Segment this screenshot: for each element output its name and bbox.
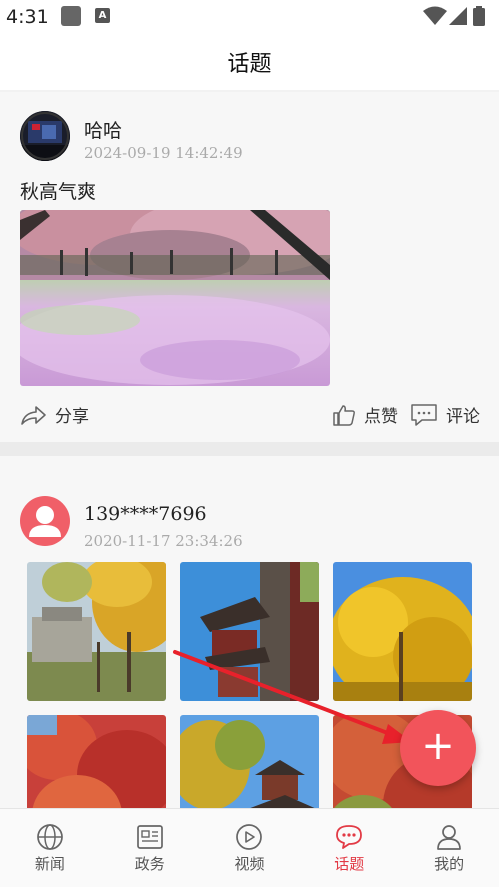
nav-label: 视频 [234, 855, 265, 873]
post-username[interactable]: 哈哈 [84, 116, 122, 143]
wifi-icon [423, 6, 447, 25]
post-photo[interactable] [20, 210, 330, 386]
page-title: 话题 [227, 52, 272, 77]
default-user-icon [29, 506, 61, 537]
share-button[interactable]: 分享 [20, 402, 89, 427]
app-header: 话题 [0, 34, 499, 90]
battery-icon [473, 6, 485, 26]
like-button[interactable]: 点赞 [332, 402, 398, 427]
person-icon [437, 825, 461, 850]
globe-icon [37, 824, 63, 850]
status-icons [423, 6, 493, 28]
nav-label: 政务 [134, 855, 165, 873]
nav-label: 新闻 [34, 855, 65, 873]
comment-button[interactable]: 评论 [410, 402, 480, 427]
nav-item-government[interactable]: 政务 [100, 809, 200, 887]
post-timestamp: 2020-11-17 23:34:26 [84, 532, 243, 550]
nav-item-news[interactable]: 新闻 [0, 809, 100, 887]
post-divider [0, 442, 499, 456]
nav-item-profile[interactable]: 我的 [399, 809, 499, 887]
share-icon [21, 405, 46, 425]
post-username[interactable]: 139****7696 [84, 503, 207, 525]
comment-icon [411, 403, 437, 426]
post-photo[interactable] [333, 562, 472, 701]
nav-item-video[interactable]: 视频 [200, 809, 300, 887]
post-photo[interactable] [180, 715, 319, 808]
newspaper-icon [136, 825, 163, 849]
add-topic-button[interactable]: + [400, 710, 476, 786]
post-text: 秋高气爽 [20, 181, 97, 203]
post-timestamp: 2024-09-19 14:42:49 [84, 144, 243, 162]
post-photo[interactable] [27, 562, 166, 701]
play-icon [236, 824, 263, 850]
nav-item-topic[interactable]: 话题 [299, 809, 399, 887]
post-photo[interactable] [27, 715, 166, 808]
comment-label: 评论 [446, 407, 480, 427]
signal-icon [449, 7, 467, 25]
chat-icon [336, 825, 363, 849]
bottom-nav: 新闻 政务 视频 话题 我的 [0, 808, 499, 887]
thumbs-up-icon [333, 404, 355, 426]
user-avatar[interactable] [20, 496, 70, 546]
user-avatar[interactable] [20, 111, 70, 161]
status-bar: 4:31 A [0, 0, 499, 34]
nav-label: 我的 [434, 855, 465, 873]
topic-feed[interactable]: 哈哈 2024-09-19 14:42:49 秋高气爽 分享 点赞 评论 139… [0, 92, 499, 808]
notification-app-icon [61, 6, 81, 26]
share-label: 分享 [55, 407, 89, 427]
post-card[interactable]: 哈哈 2024-09-19 14:42:49 秋高气爽 分享 点赞 评论 [0, 92, 499, 442]
notification-a-icon: A [95, 8, 110, 23]
post-photo[interactable] [180, 562, 319, 701]
nav-label: 话题 [334, 855, 365, 873]
avatar-photo-icon [20, 111, 70, 161]
like-label: 点赞 [364, 407, 398, 427]
status-time: 4:31 [6, 6, 49, 28]
